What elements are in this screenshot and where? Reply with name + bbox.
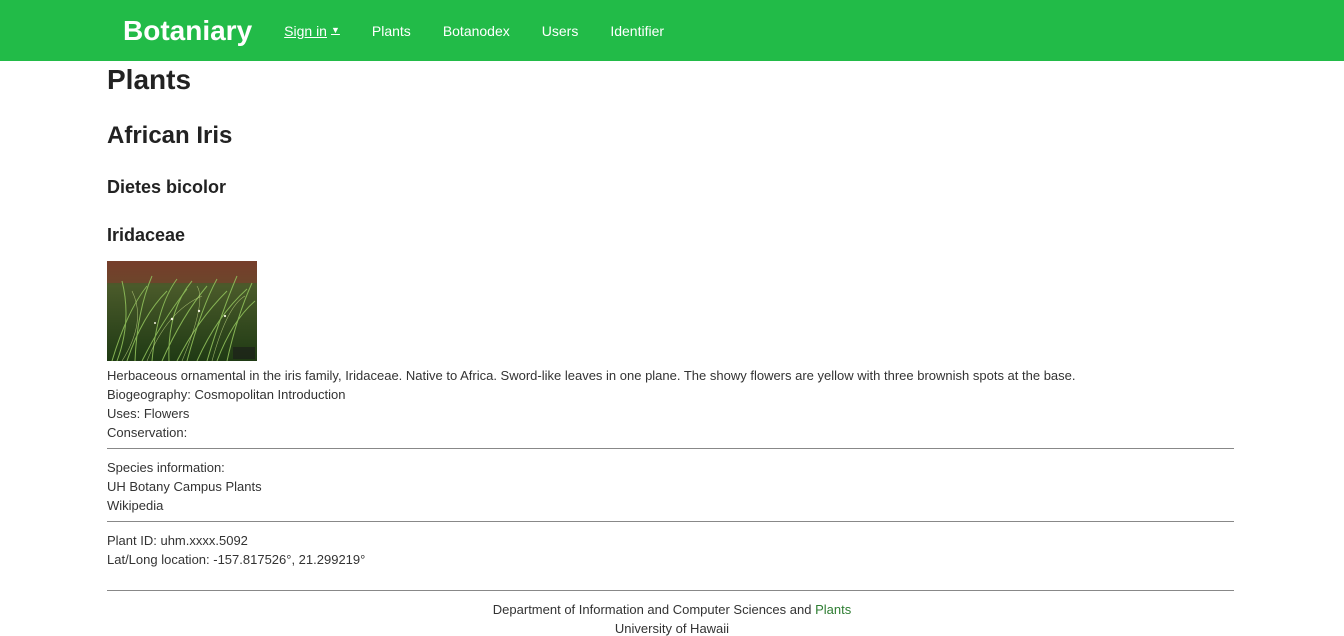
plant-family: Iridaceae: [107, 225, 186, 245]
plant-uses: Uses: Flowers: [107, 406, 190, 421]
top-navbar: Botaniary Sign in ▼ Plants Botanodex Use…: [0, 0, 1344, 61]
nav-item-plants[interactable]: Plants: [372, 24, 411, 38]
plant-latlong: Lat/Long location: -157.817526°, 21.2992…: [107, 552, 366, 567]
footer-plants-link[interactable]: Plants: [815, 602, 851, 617]
species-info-label: Species information:: [107, 460, 225, 475]
footer-department: Department of Information and Computer S…: [0, 602, 1344, 617]
nav-item-identifier[interactable]: Identifier: [610, 24, 664, 38]
signin-label: Sign in: [284, 22, 327, 39]
plant-conservation: Conservation:: [107, 425, 188, 440]
divider: [107, 448, 1234, 449]
plant-biogeography: Biogeography: Cosmopolitan Introduction: [107, 387, 346, 402]
link-uh-botany[interactable]: UH Botany Campus Plants: [107, 479, 262, 494]
link-wikipedia[interactable]: Wikipedia: [107, 498, 163, 513]
page-title: Plants: [107, 64, 192, 95]
plant-image: [107, 261, 257, 361]
footer-dept-text: Department of Information and Computer S…: [492, 602, 816, 617]
signin-dropdown[interactable]: Sign in ▼: [284, 24, 340, 38]
plant-id: Plant ID: uhm.xxxx.5092: [107, 533, 248, 548]
nav-item-users[interactable]: Users: [542, 24, 579, 38]
plant-scientific-name: Dietes bicolor: [107, 177, 227, 197]
divider: [107, 521, 1234, 522]
caret-down-icon: ▼: [330, 25, 340, 35]
plant-photo-grass: [107, 261, 257, 361]
footer-university: University of Hawaii: [614, 621, 730, 636]
nav-item-botanodex[interactable]: Botanodex: [443, 24, 510, 38]
plant-description: Herbaceous ornamental in the iris family…: [107, 368, 1076, 383]
plant-common-name: African Iris: [107, 122, 233, 149]
brand-logo[interactable]: Botaniary: [123, 16, 252, 45]
footer-divider: [107, 590, 1234, 591]
nav-menu: Sign in ▼ Plants Botanodex Users Identif…: [284, 24, 696, 38]
